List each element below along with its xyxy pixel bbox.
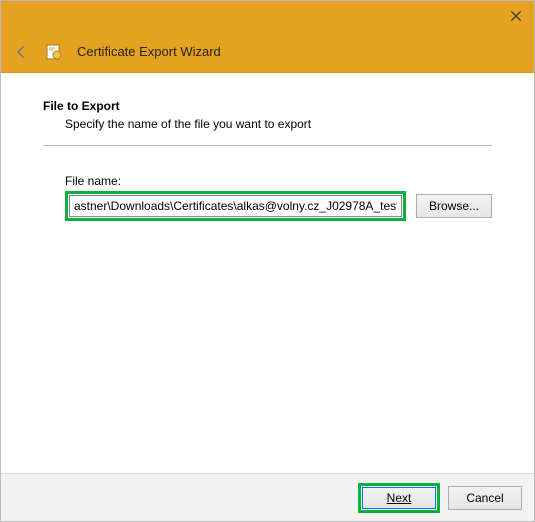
cancel-button[interactable]: Cancel [448, 486, 522, 510]
wizard-header: Certificate Export Wizard [1, 31, 534, 73]
next-button-highlight: Next [358, 483, 440, 513]
divider [43, 145, 492, 146]
back-arrow-icon[interactable] [13, 43, 31, 61]
file-name-input[interactable] [69, 195, 402, 217]
next-button[interactable]: Next [362, 487, 436, 509]
file-name-label: File name: [65, 174, 492, 188]
section-title: File to Export [43, 99, 492, 113]
wizard-window: Certificate Export Wizard File to Export… [0, 0, 535, 522]
section-description: Specify the name of the file you want to… [65, 117, 492, 131]
certificate-icon [45, 43, 63, 61]
titlebar [1, 1, 534, 31]
footer-bar: Next Cancel [1, 473, 534, 521]
file-row: Browse... [65, 191, 492, 221]
file-input-highlight [65, 191, 406, 221]
wizard-title: Certificate Export Wizard [77, 44, 221, 59]
close-icon[interactable] [506, 6, 526, 26]
content-area: File to Export Specify the name of the f… [1, 73, 534, 473]
browse-button[interactable]: Browse... [416, 194, 492, 218]
